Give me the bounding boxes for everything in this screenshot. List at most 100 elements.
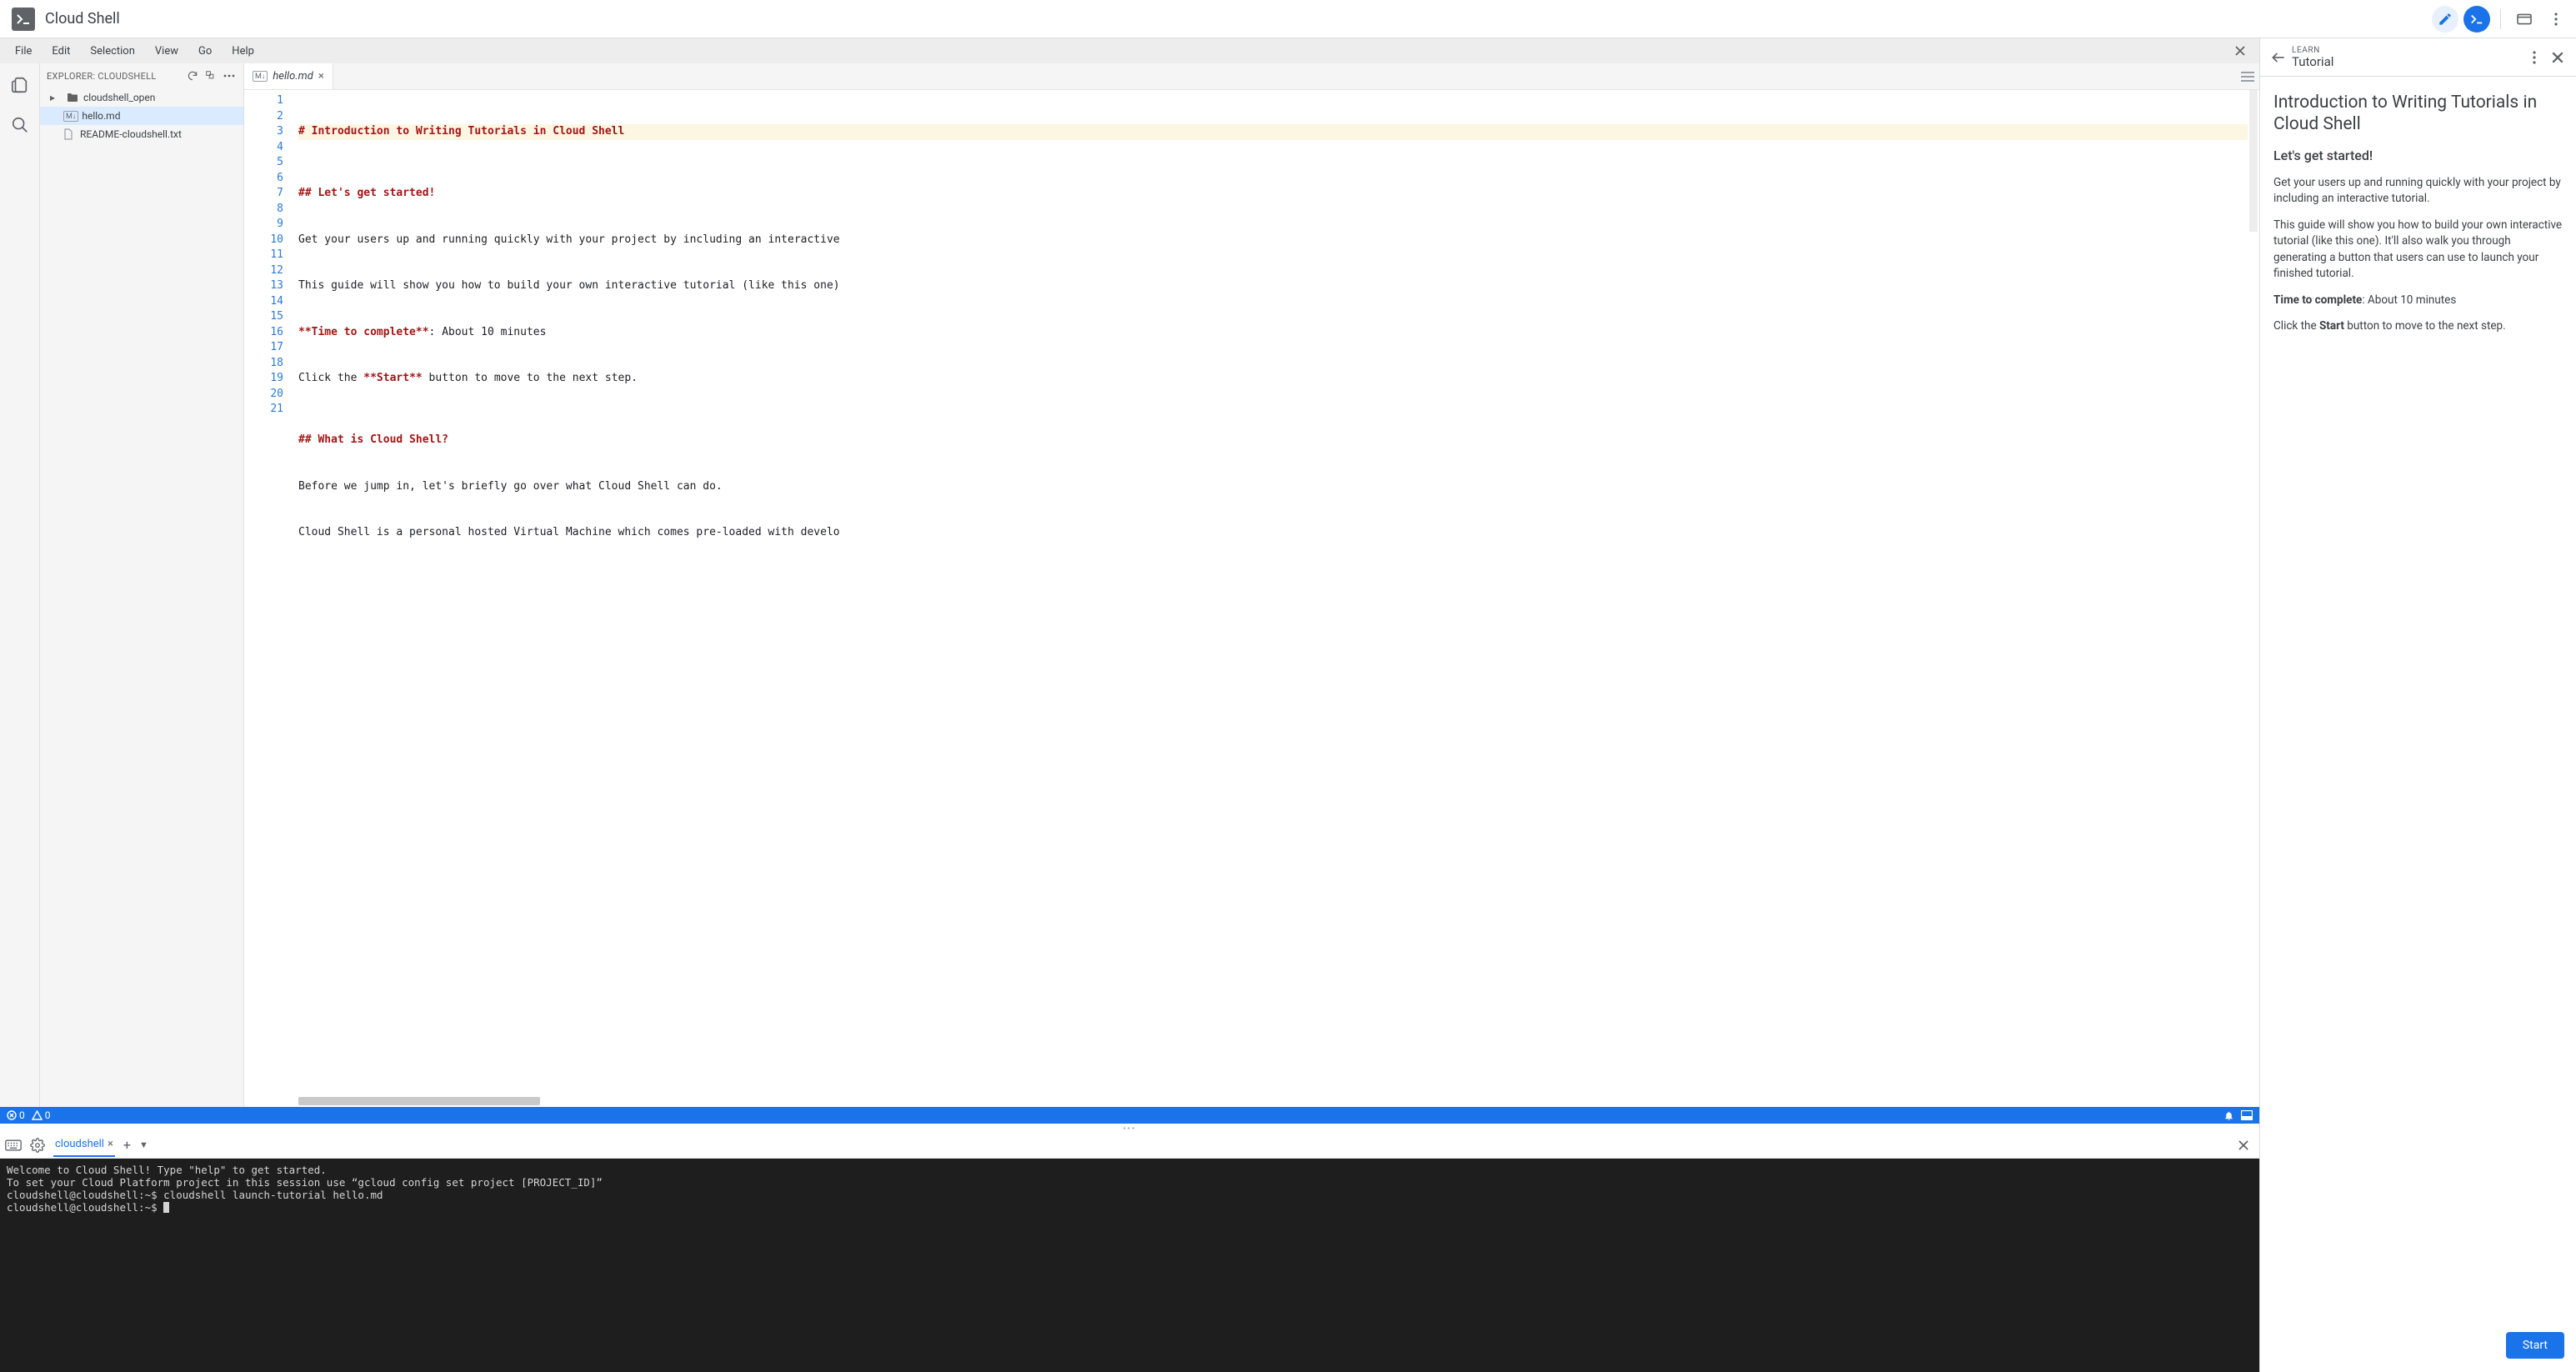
settings-button[interactable] [30,1138,45,1153]
close-icon [2551,51,2564,64]
tutorial-back-button[interactable] [2265,49,2292,66]
editor-tabs: M↓ hello.md × [244,63,2259,90]
tree-item[interactable]: M↓ hello.md [40,107,243,125]
tree-item[interactable]: ▸ cloudshell_open [40,88,243,107]
tutorial-close-button[interactable] [2546,51,2569,64]
pencil-icon [2438,12,2453,27]
terminal-tabs: cloudshell × + ▼ [0,1132,2259,1159]
tutorial-p1: Get your users up and running quickly wi… [2273,175,2563,208]
markdown-icon: M↓ [253,71,268,82]
arrow-left-icon [2270,49,2287,66]
terminal-tab-label: cloudshell [55,1138,104,1150]
tutorial-more-button[interactable] [2523,51,2546,64]
activity-bar [0,63,40,1107]
more-explorer-button[interactable] [222,68,237,83]
terminal-icon [2470,13,2483,25]
warnings-count: 0 [45,1109,51,1121]
refresh-button[interactable] [185,68,200,83]
tutorial-time-label: Time to complete [2273,293,2362,307]
menu-file[interactable]: File [7,42,40,61]
close-editor-button[interactable] [2228,42,2253,60]
errors-indicator[interactable]: 0 [7,1109,25,1121]
window-icon [2516,13,2533,26]
refresh-icon [187,70,198,82]
tutorial-subheading: Let's get started! [2273,148,2563,163]
more-horiz-icon [223,74,235,78]
code-area[interactable]: 123456789101112131415161718192021 # Intr… [244,90,2259,1107]
markdown-icon: M↓ [63,111,78,122]
more-button[interactable] [2543,6,2569,33]
terminal-tab-cloudshell[interactable]: cloudshell × [53,1133,115,1157]
add-terminal-button[interactable]: + [123,1137,131,1153]
close-tab-button[interactable]: × [318,70,324,83]
edit-button[interactable] [2432,6,2458,33]
close-icon [2234,45,2246,57]
keyboard-icon [5,1139,22,1151]
tutorial-p4: Click the Start button to move to the ne… [2273,318,2563,335]
menu-selection[interactable]: Selection [82,42,143,61]
tutorial-time-value: : About 10 minutes [2362,293,2456,307]
tree-item-label: cloudshell_open [83,92,155,103]
explorer-title: EXPLORER: CLOUDSHELL [47,71,182,82]
menu-view[interactable]: View [147,42,187,61]
cursor [163,1202,169,1213]
menu-help[interactable]: Help [223,42,263,61]
collapse-icon [205,70,217,82]
tutorial-heading: Introduction to Writing Tutorials in Clo… [2273,92,2563,136]
outline-icon [2241,71,2254,83]
tree-item-label: README-cloudshell.txt [80,128,182,140]
close-icon [2238,1139,2249,1151]
notifications-button[interactable] [2223,1110,2234,1121]
explorer-activity-button[interactable] [8,73,32,97]
search-activity-button[interactable] [8,113,32,137]
editor-area: M↓ hello.md × 12345678910111213141516171… [244,63,2259,1107]
tree-item-label: hello.md [82,110,120,122]
topbar: Cloud Shell [0,0,2576,38]
error-icon [7,1110,17,1120]
start-button[interactable]: Start [2506,1332,2564,1359]
minimap[interactable] [2248,90,2259,1107]
chevron-right-icon: ▸ [50,92,63,103]
terminal[interactable]: Welcome to Cloud Shell! Type "help" to g… [0,1159,2259,1372]
cloud-shell-logo-icon [12,8,35,31]
editor-menubar: File Edit Selection View Go Help [0,38,2259,63]
close-terminal-tab-button[interactable]: × [108,1138,113,1150]
warnings-indicator[interactable]: 0 [32,1109,51,1121]
horizontal-scrollbar[interactable] [298,1097,2248,1105]
keyboard-button[interactable] [5,1139,22,1151]
terminal-dropdown-button[interactable]: ▼ [139,1139,148,1150]
collapse-button[interactable] [203,68,218,83]
scrollbar-thumb[interactable] [298,1097,540,1105]
terminal-button[interactable] [2463,6,2490,33]
files-icon [11,76,29,94]
tutorial-panel: LEARN Tutorial Introduction to Writing T… [2259,38,2576,1372]
gutter: 123456789101112131415161718192021 [244,90,290,1107]
more-vert-icon [2554,13,2558,26]
close-terminal-panel-button[interactable] [2238,1139,2254,1151]
errors-count: 0 [19,1109,25,1121]
search-icon [11,116,29,134]
more-vert-icon [2533,51,2536,64]
divider [2500,9,2501,29]
open-new-window-button[interactable] [2511,6,2538,33]
app-title: Cloud Shell [45,10,120,28]
panel-resize-handle[interactable] [0,1124,2259,1132]
code-content[interactable]: # Introduction to Writing Tutorials in C… [290,90,2248,1107]
tab-filename: hello.md [273,70,313,83]
tree-item[interactable]: README-cloudshell.txt [40,125,243,143]
tutorial-title: Tutorial [2292,55,2523,69]
file-icon [63,128,77,140]
layout-button[interactable] [2241,1110,2253,1120]
layout-icon [2241,1110,2253,1120]
menu-go[interactable]: Go [190,42,220,61]
bell-icon [2223,1110,2234,1121]
folder-icon [67,93,80,103]
outline-button[interactable] [2236,71,2259,83]
tutorial-p2: This guide will show you how to build yo… [2273,218,2563,283]
explorer-sidebar: EXPLORER: CLOUDSHELL ▸ cloudshell_open M↓ h… [40,63,244,1107]
menu-edit[interactable]: Edit [43,42,78,61]
minimap-thumb[interactable] [2249,90,2258,232]
tutorial-time: Time to complete: About 10 minutes [2273,293,2563,309]
editor-tab-hello[interactable]: M↓ hello.md × [244,63,333,89]
gear-icon [30,1138,45,1153]
